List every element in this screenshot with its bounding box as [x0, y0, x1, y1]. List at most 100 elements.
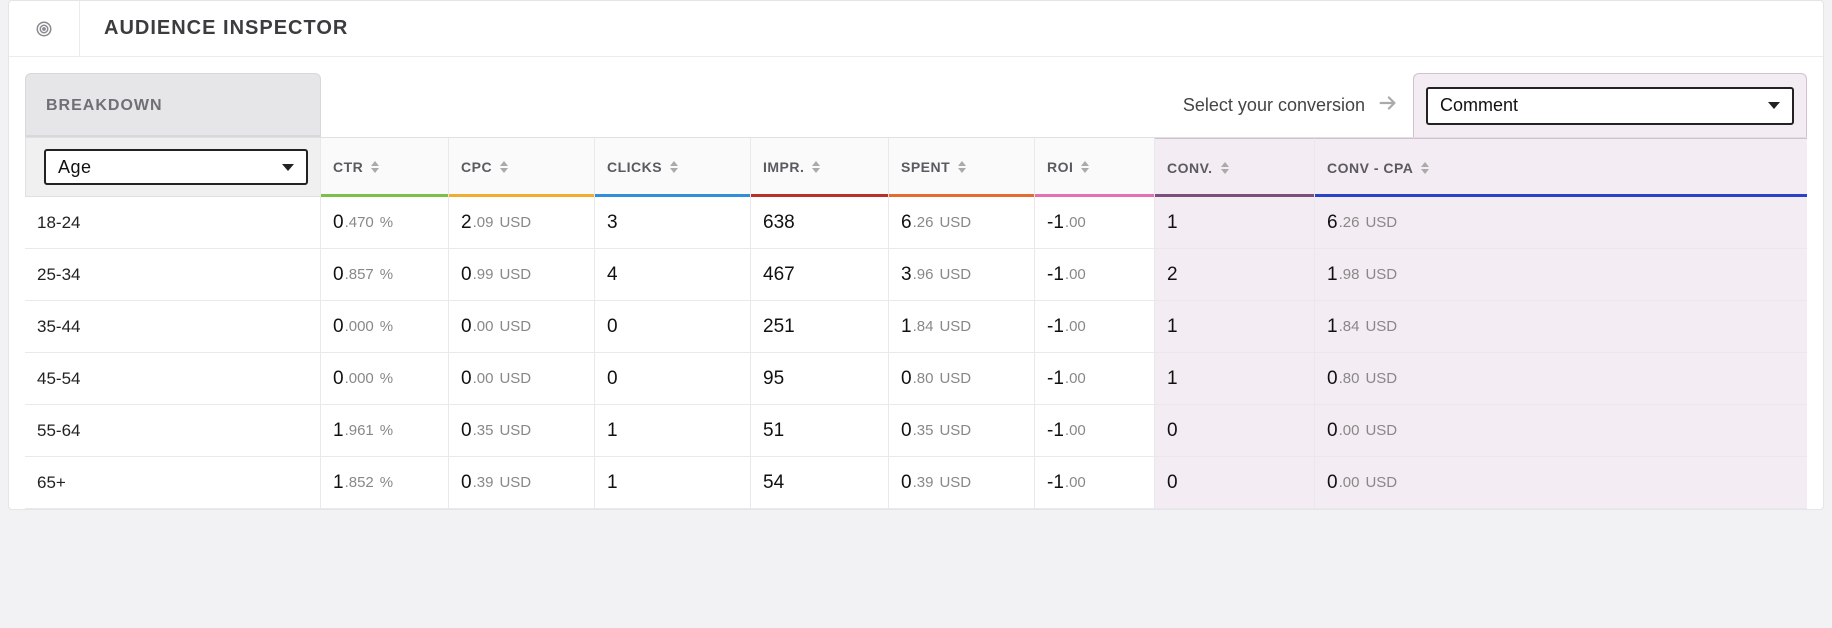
conversion-area: Comment	[1413, 73, 1807, 137]
col-header-roi[interactable]: ROI	[1035, 138, 1155, 196]
col-header-cpc[interactable]: CPC	[449, 138, 595, 196]
cell-impr: 54	[751, 457, 889, 508]
breakdown-select[interactable]: Age	[44, 149, 308, 185]
cell-label: 65+	[25, 457, 321, 508]
cell-cpc: 0.35USD	[449, 405, 595, 456]
col-header-spent[interactable]: SPENT	[889, 138, 1035, 196]
sort-icon	[812, 161, 820, 173]
cell-cpc: 2.09USD	[449, 197, 595, 248]
chevron-down-icon	[282, 164, 294, 171]
cell-cpa: 0.80USD	[1315, 353, 1807, 404]
cell-ctr: 0.470%	[321, 197, 449, 248]
table-row: 55-641.961%0.35USD1510.35USD-1.0000.00US…	[25, 405, 1807, 457]
cell-spent: 0.39USD	[889, 457, 1035, 508]
table-row: 35-440.000%0.00USD02511.84USD-1.0011.84U…	[25, 301, 1807, 353]
cell-spent: 3.96USD	[889, 249, 1035, 300]
sort-icon	[500, 161, 508, 173]
col-header-cpa[interactable]: CONV - CPA	[1315, 138, 1807, 196]
cell-roi: -1.00	[1035, 301, 1155, 352]
cell-impr: 251	[751, 301, 889, 352]
breakdown-select-cell: Age	[25, 138, 321, 196]
cell-spent: 1.84USD	[889, 301, 1035, 352]
arrow-right-icon	[1377, 92, 1399, 119]
cell-spent: 0.80USD	[889, 353, 1035, 404]
cell-impr: 51	[751, 405, 889, 456]
cell-cpc: 0.39USD	[449, 457, 595, 508]
cell-impr: 638	[751, 197, 889, 248]
cell-conv: 0	[1155, 405, 1315, 456]
col-header-label: ROI	[1047, 159, 1073, 175]
cell-roi: -1.00	[1035, 249, 1155, 300]
cell-cpa: 0.00USD	[1315, 405, 1807, 456]
table-row: 45-540.000%0.00USD0950.80USD-1.0010.80US…	[25, 353, 1807, 405]
cell-label: 55-64	[25, 405, 321, 456]
sort-icon	[371, 161, 379, 173]
conversion-prompt-area: Select your conversion	[321, 73, 1413, 137]
conversion-select-value: Comment	[1440, 95, 1518, 116]
sort-icon	[1421, 162, 1429, 174]
col-header-impr[interactable]: IMPR.	[751, 138, 889, 196]
breakdown-select-value: Age	[58, 157, 92, 178]
cell-spent: 6.26USD	[889, 197, 1035, 248]
cell-roi: -1.00	[1035, 197, 1155, 248]
col-header-label: IMPR.	[763, 159, 804, 175]
conversion-prompt: Select your conversion	[1183, 95, 1365, 116]
table-row: 25-340.857%0.99USD44673.96USD-1.0021.98U…	[25, 249, 1807, 301]
conversion-select[interactable]: Comment	[1426, 87, 1794, 125]
cell-ctr: 0.000%	[321, 353, 449, 404]
cell-ctr: 1.852%	[321, 457, 449, 508]
cell-roi: -1.00	[1035, 353, 1155, 404]
cell-label: 25-34	[25, 249, 321, 300]
breakdown-tab: BREAKDOWN	[25, 73, 321, 137]
cell-cpc: 0.00USD	[449, 353, 595, 404]
header-divider	[79, 1, 80, 57]
sort-icon	[670, 161, 678, 173]
cell-clicks: 0	[595, 301, 751, 352]
col-header-label: SPENT	[901, 159, 950, 175]
cell-clicks: 4	[595, 249, 751, 300]
cell-ctr: 0.857%	[321, 249, 449, 300]
cell-roi: -1.00	[1035, 405, 1155, 456]
sort-icon	[1221, 162, 1229, 174]
col-header-label: CPC	[461, 159, 492, 175]
col-header-ctr[interactable]: CTR	[321, 138, 449, 196]
chevron-down-icon	[1768, 102, 1780, 109]
table-row: 65+1.852%0.39USD1540.39USD-1.0000.00USD	[25, 457, 1807, 509]
cell-cpc: 0.99USD	[449, 249, 595, 300]
cell-cpa: 1.84USD	[1315, 301, 1807, 352]
cell-cpa: 0.00USD	[1315, 457, 1807, 508]
breakdown-label: BREAKDOWN	[46, 97, 163, 115]
table-row: 18-240.470%2.09USD36386.26USD-1.0016.26U…	[25, 197, 1807, 249]
cell-conv: 2	[1155, 249, 1315, 300]
cell-impr: 467	[751, 249, 889, 300]
col-header-clicks[interactable]: CLICKS	[595, 138, 751, 196]
cell-cpa: 6.26USD	[1315, 197, 1807, 248]
col-header-conv[interactable]: CONV.	[1155, 138, 1315, 196]
cell-conv: 1	[1155, 301, 1315, 352]
cell-label: 18-24	[25, 197, 321, 248]
cell-spent: 0.35USD	[889, 405, 1035, 456]
cell-label: 35-44	[25, 301, 321, 352]
cell-clicks: 0	[595, 353, 751, 404]
cell-clicks: 1	[595, 457, 751, 508]
cell-conv: 1	[1155, 197, 1315, 248]
cell-label: 45-54	[25, 353, 321, 404]
cell-ctr: 1.961%	[321, 405, 449, 456]
target-icon	[33, 18, 55, 40]
cell-roi: -1.00	[1035, 457, 1155, 508]
cell-cpa: 1.98USD	[1315, 249, 1807, 300]
cell-conv: 1	[1155, 353, 1315, 404]
sort-icon	[1081, 161, 1089, 173]
cell-clicks: 3	[595, 197, 751, 248]
col-header-label: CLICKS	[607, 159, 662, 175]
cell-cpc: 0.00USD	[449, 301, 595, 352]
col-header-label: CONV - CPA	[1327, 160, 1413, 176]
cell-ctr: 0.000%	[321, 301, 449, 352]
cell-clicks: 1	[595, 405, 751, 456]
panel-header: AUDIENCE INSPECTOR	[9, 1, 1823, 57]
col-header-label: CONV.	[1167, 160, 1213, 176]
page-title: AUDIENCE INSPECTOR	[104, 17, 348, 40]
col-header-label: CTR	[333, 159, 363, 175]
cell-impr: 95	[751, 353, 889, 404]
sort-icon	[958, 161, 966, 173]
